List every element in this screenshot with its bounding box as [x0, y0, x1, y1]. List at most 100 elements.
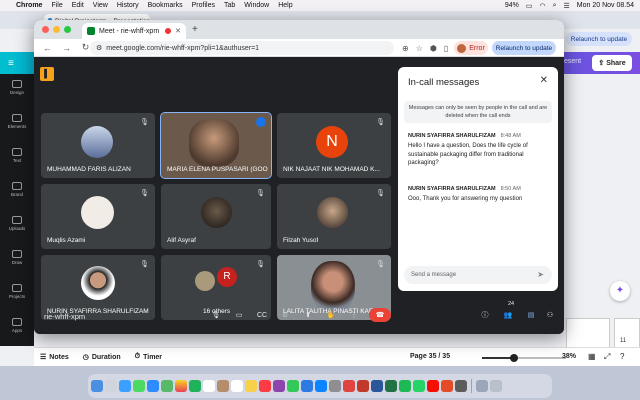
excel-icon[interactable] [385, 380, 397, 392]
fullscreen-icon[interactable]: ⤢ [604, 352, 610, 362]
chat-icon[interactable]: ▤ [523, 307, 539, 323]
chat-input[interactable]: Send a message ➤ [404, 266, 552, 284]
info-icon[interactable]: ⓘ [477, 307, 493, 323]
acrobat-icon[interactable] [427, 380, 439, 392]
emoji-icon[interactable]: ☺ [277, 307, 293, 323]
pdf-app-icon[interactable] [441, 380, 453, 392]
canva-share-button[interactable]: ⇪ Share [592, 55, 632, 71]
grid-view-icon[interactable]: ▦ [588, 352, 596, 361]
sidebar-icon[interactable]: ▯ [444, 44, 448, 53]
site-info-icon[interactable]: ⚙ [96, 44, 102, 52]
slide-thumbnail[interactable] [614, 318, 640, 348]
sidebar-item-draw[interactable]: Draw [0, 250, 34, 265]
camera-icon[interactable]: ▭ [231, 307, 247, 323]
participant-tile[interactable]: 🎙 Muqlis Azami [41, 184, 155, 249]
participant-tile[interactable]: 🎙 Filzah Yusof [277, 184, 391, 249]
safari-icon[interactable] [119, 380, 131, 392]
menu-help[interactable]: Help [278, 2, 292, 9]
menu-bookmarks[interactable]: Bookmarks [148, 2, 183, 9]
menu-view[interactable]: View [93, 2, 108, 9]
participant-tile[interactable]: N 🎙 NIK NAJAAT NIK MOHAMAD K... [277, 113, 391, 178]
minimize-window-icon[interactable] [53, 26, 60, 33]
present-screen-icon[interactable]: ⬆ [300, 307, 316, 323]
raise-hand-icon[interactable]: ✋ [323, 307, 339, 323]
profile-error-button[interactable]: Error [454, 41, 488, 55]
music-icon[interactable] [259, 380, 271, 392]
notes-button[interactable]: ☰ Notes [40, 353, 69, 362]
sidebar-item-text[interactable]: Text [0, 148, 34, 163]
numbers-icon[interactable] [287, 380, 299, 392]
downloads-folder-icon[interactable] [476, 380, 488, 392]
canva-present-button[interactable]: esent [564, 58, 581, 65]
timer-button[interactable]: ⏱ Timer [135, 353, 162, 361]
sidebar-item-design[interactable]: Design [0, 80, 34, 95]
bookmark-star-icon[interactable]: ☆ [416, 44, 423, 53]
canva-menu-icon[interactable]: ≡ [8, 58, 24, 70]
podcasts-icon[interactable] [273, 380, 285, 392]
address-bar[interactable]: ⚙ meet.google.com/rie-whff-xpm?pli=1&aut… [90, 41, 394, 55]
battery-icon[interactable]: ▭ [526, 2, 533, 10]
mic-icon[interactable]: 🎙 [208, 307, 224, 323]
end-call-button[interactable]: ☎ [369, 308, 391, 322]
meet-tab[interactable]: Meet - rie-whff-xpm ✕ [82, 23, 186, 39]
send-icon[interactable]: ➤ [537, 270, 544, 279]
back-icon[interactable]: ← [42, 43, 53, 53]
zoom-slider-knob[interactable] [509, 354, 518, 362]
help-icon[interactable]: ? [620, 352, 624, 361]
spotify-icon[interactable] [399, 380, 411, 392]
participant-tile[interactable]: 🎙 NURIN SYAFIRRA SHARULFIZAM [41, 255, 155, 320]
menu-tab[interactable]: Tab [224, 2, 235, 9]
forward-icon[interactable]: → [61, 43, 72, 53]
participant-tile-speaking[interactable]: MARIA ELENA PUSPASARI (GOO... [160, 112, 272, 179]
meeting-activity-icon[interactable]: ▌ [40, 67, 54, 81]
mail-icon[interactable] [147, 380, 159, 392]
menu-window[interactable]: Window [244, 2, 269, 9]
sidebar-item-elements[interactable]: Elements [0, 114, 34, 129]
notes-app-icon[interactable] [245, 380, 257, 392]
page-indicator[interactable]: Page 35 / 35 [410, 353, 450, 360]
zoom-slider[interactable] [482, 354, 566, 362]
relaunch-button[interactable]: Relaunch to update [492, 41, 556, 55]
messages-icon[interactable] [133, 380, 145, 392]
sidebar-item-projects[interactable]: Projects [0, 284, 34, 299]
maximize-window-icon[interactable] [64, 26, 71, 33]
more-options-icon[interactable]: ⋮ [346, 307, 362, 323]
wifi-icon[interactable]: ◠ [539, 2, 545, 10]
people-icon[interactable]: 👥 [500, 307, 516, 323]
clock-label[interactable]: Mon 20 Nov 08.54 [577, 2, 634, 9]
magic-assistant-icon[interactable]: ✦ [610, 281, 630, 301]
close-tab-icon[interactable]: ✕ [175, 27, 181, 35]
zoom-label[interactable]: 38% [562, 353, 576, 360]
new-tab-icon[interactable]: + [192, 24, 198, 35]
canva-relaunch-button[interactable]: Relaunch to update [566, 32, 632, 46]
battery-label[interactable]: 94% [505, 2, 519, 9]
powerpoint-icon[interactable] [357, 380, 369, 392]
control-center-icon[interactable]: ☰ [564, 2, 570, 10]
activities-icon[interactable]: ⚇ [542, 307, 558, 323]
facetime-icon[interactable] [189, 380, 201, 392]
slide-thumbnail[interactable] [566, 318, 610, 348]
settings-icon[interactable] [329, 380, 341, 392]
word-icon[interactable] [371, 380, 383, 392]
close-icon[interactable]: ✕ [540, 75, 548, 86]
extensions-icon[interactable]: ⬢ [430, 44, 437, 53]
trash-icon[interactable] [490, 380, 502, 392]
sidebar-item-brand[interactable]: Brand [0, 182, 34, 197]
whatsapp-icon[interactable] [413, 380, 425, 392]
duration-button[interactable]: ◷ Duration [83, 353, 121, 362]
search-icon[interactable]: ⌕ [553, 2, 557, 10]
participant-tile[interactable]: 🎙 Alif Asyraf [161, 184, 271, 249]
menu-history[interactable]: History [117, 2, 139, 9]
participant-tile[interactable]: 🎙 MUHAMMAD FARIS ALIZAN [41, 113, 155, 178]
sidebar-item-apps[interactable]: Apps [0, 318, 34, 333]
photos-icon[interactable] [175, 380, 187, 392]
keynote-icon[interactable] [301, 380, 313, 392]
chrome-icon[interactable] [343, 380, 355, 392]
menu-chrome[interactable]: Chrome [16, 2, 42, 9]
menu-edit[interactable]: Edit [72, 2, 84, 9]
menu-file[interactable]: File [51, 2, 62, 9]
captions-icon[interactable]: CC [254, 307, 270, 323]
app-icon[interactable] [455, 380, 467, 392]
reminders-icon[interactable] [231, 380, 243, 392]
menu-profiles[interactable]: Profiles [192, 2, 215, 9]
